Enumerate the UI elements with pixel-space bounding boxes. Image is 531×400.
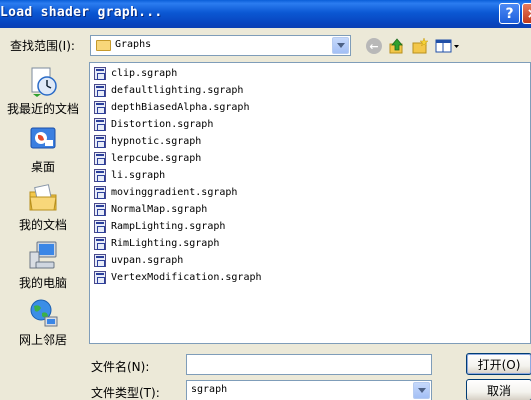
- cancel-button[interactable]: 取消: [466, 379, 531, 400]
- file-icon: [94, 101, 106, 114]
- list-item[interactable]: defaultlighting.sgraph: [94, 82, 243, 99]
- window-title: Load shader graph...: [0, 5, 163, 20]
- file-icon: [94, 271, 106, 284]
- place-desktop[interactable]: 桌面: [2, 124, 84, 175]
- list-item[interactable]: li.sgraph: [94, 167, 165, 184]
- list-item[interactable]: depthBiasedAlpha.sgraph: [94, 99, 249, 116]
- my-documents-icon: [27, 182, 59, 214]
- list-item[interactable]: VertexModification.sgraph: [94, 269, 262, 286]
- filetype-combo[interactable]: sgraph: [186, 380, 432, 400]
- view-menu-button[interactable]: [433, 36, 461, 56]
- lookin-value: Graphs: [115, 39, 152, 50]
- file-icon: [94, 203, 106, 216]
- file-icon: [94, 118, 106, 131]
- list-item[interactable]: lerpcube.sgraph: [94, 150, 201, 167]
- list-item[interactable]: RampLighting.sgraph: [94, 218, 225, 235]
- list-item[interactable]: movinggradient.sgraph: [94, 184, 237, 201]
- list-item[interactable]: RimLighting.sgraph: [94, 235, 219, 252]
- place-label: 我的文档: [18, 218, 67, 232]
- place-network[interactable]: 网上邻居: [2, 297, 84, 348]
- new-folder-button[interactable]: [410, 36, 430, 56]
- file-icon: [94, 84, 106, 97]
- file-icon: [94, 254, 106, 267]
- file-icon: [94, 220, 106, 233]
- file-name: RimLighting.sgraph: [111, 238, 220, 249]
- filetype-label: 文件类型(T):: [91, 386, 160, 400]
- lookin-combo[interactable]: Graphs: [90, 35, 351, 56]
- title-bar: Load shader graph... ? ×: [0, 0, 531, 28]
- file-icon: [94, 67, 106, 80]
- open-button[interactable]: 打开(O): [466, 353, 531, 375]
- place-recent-documents[interactable]: 我最近的文档: [2, 66, 84, 117]
- list-item[interactable]: hypnotic.sgraph: [94, 133, 201, 150]
- back-button[interactable]: ←: [364, 36, 384, 56]
- desktop-icon: [27, 124, 59, 156]
- file-name: uvpan.sgraph: [111, 255, 184, 266]
- file-name: defaultlighting.sgraph: [111, 85, 244, 96]
- place-label: 网上邻居: [18, 333, 67, 347]
- file-name: RampLighting.sgraph: [111, 221, 226, 232]
- file-list[interactable]: clip.sgraph defaultlighting.sgraph depth…: [89, 62, 531, 344]
- file-name: clip.sgraph: [111, 68, 178, 79]
- filename-label: 文件名(N):: [91, 360, 150, 374]
- file-name: Distortion.sgraph: [111, 119, 214, 130]
- file-name: movinggradient.sgraph: [111, 187, 238, 198]
- recent-documents-icon: [27, 66, 59, 98]
- list-item[interactable]: uvpan.sgraph: [94, 252, 183, 269]
- up-folder-button[interactable]: [387, 36, 407, 56]
- close-icon: ×: [527, 6, 531, 22]
- filetype-dropdown-arrow[interactable]: [413, 382, 430, 399]
- folder-icon: [96, 40, 111, 51]
- place-label: 我的电脑: [18, 276, 67, 290]
- lookin-label: 查找范围(I):: [10, 39, 75, 53]
- network-places-icon: [27, 297, 59, 329]
- lookin-dropdown-arrow[interactable]: [332, 37, 349, 54]
- file-name: NormalMap.sgraph: [111, 204, 208, 215]
- filetype-value: sgraph: [191, 384, 228, 395]
- file-name: depthBiasedAlpha.sgraph: [111, 102, 250, 113]
- help-icon: ?: [505, 5, 514, 22]
- file-icon: [94, 186, 106, 199]
- file-icon: [94, 169, 106, 182]
- help-button[interactable]: ?: [499, 3, 520, 24]
- new-folder-icon: [412, 37, 429, 54]
- file-name: li.sgraph: [111, 170, 166, 181]
- filename-input[interactable]: [186, 354, 432, 375]
- chevron-down-icon: [336, 43, 345, 48]
- file-icon: [94, 135, 106, 148]
- my-computer-icon: [27, 240, 59, 272]
- place-label: 桌面: [30, 160, 55, 174]
- back-arrow-icon: ←: [366, 38, 382, 54]
- file-name: VertexModification.sgraph: [111, 272, 262, 283]
- place-my-computer[interactable]: 我的电脑: [2, 240, 84, 291]
- places-bar: 我最近的文档 桌面 我的文档 我的电脑 网上邻居: [2, 62, 84, 350]
- close-button[interactable]: ×: [522, 3, 531, 24]
- list-item[interactable]: Distortion.sgraph: [94, 116, 213, 133]
- file-name: lerpcube.sgraph: [111, 153, 202, 164]
- list-item[interactable]: NormalMap.sgraph: [94, 201, 207, 218]
- up-folder-icon: [389, 38, 403, 54]
- chevron-down-icon: [417, 388, 426, 393]
- place-my-documents[interactable]: 我的文档: [2, 182, 84, 233]
- view-menu-icon: [435, 39, 459, 53]
- list-item[interactable]: clip.sgraph: [94, 65, 177, 82]
- file-icon: [94, 152, 106, 165]
- file-icon: [94, 237, 106, 250]
- place-label: 我最近的文档: [6, 102, 79, 116]
- file-name: hypnotic.sgraph: [111, 136, 202, 147]
